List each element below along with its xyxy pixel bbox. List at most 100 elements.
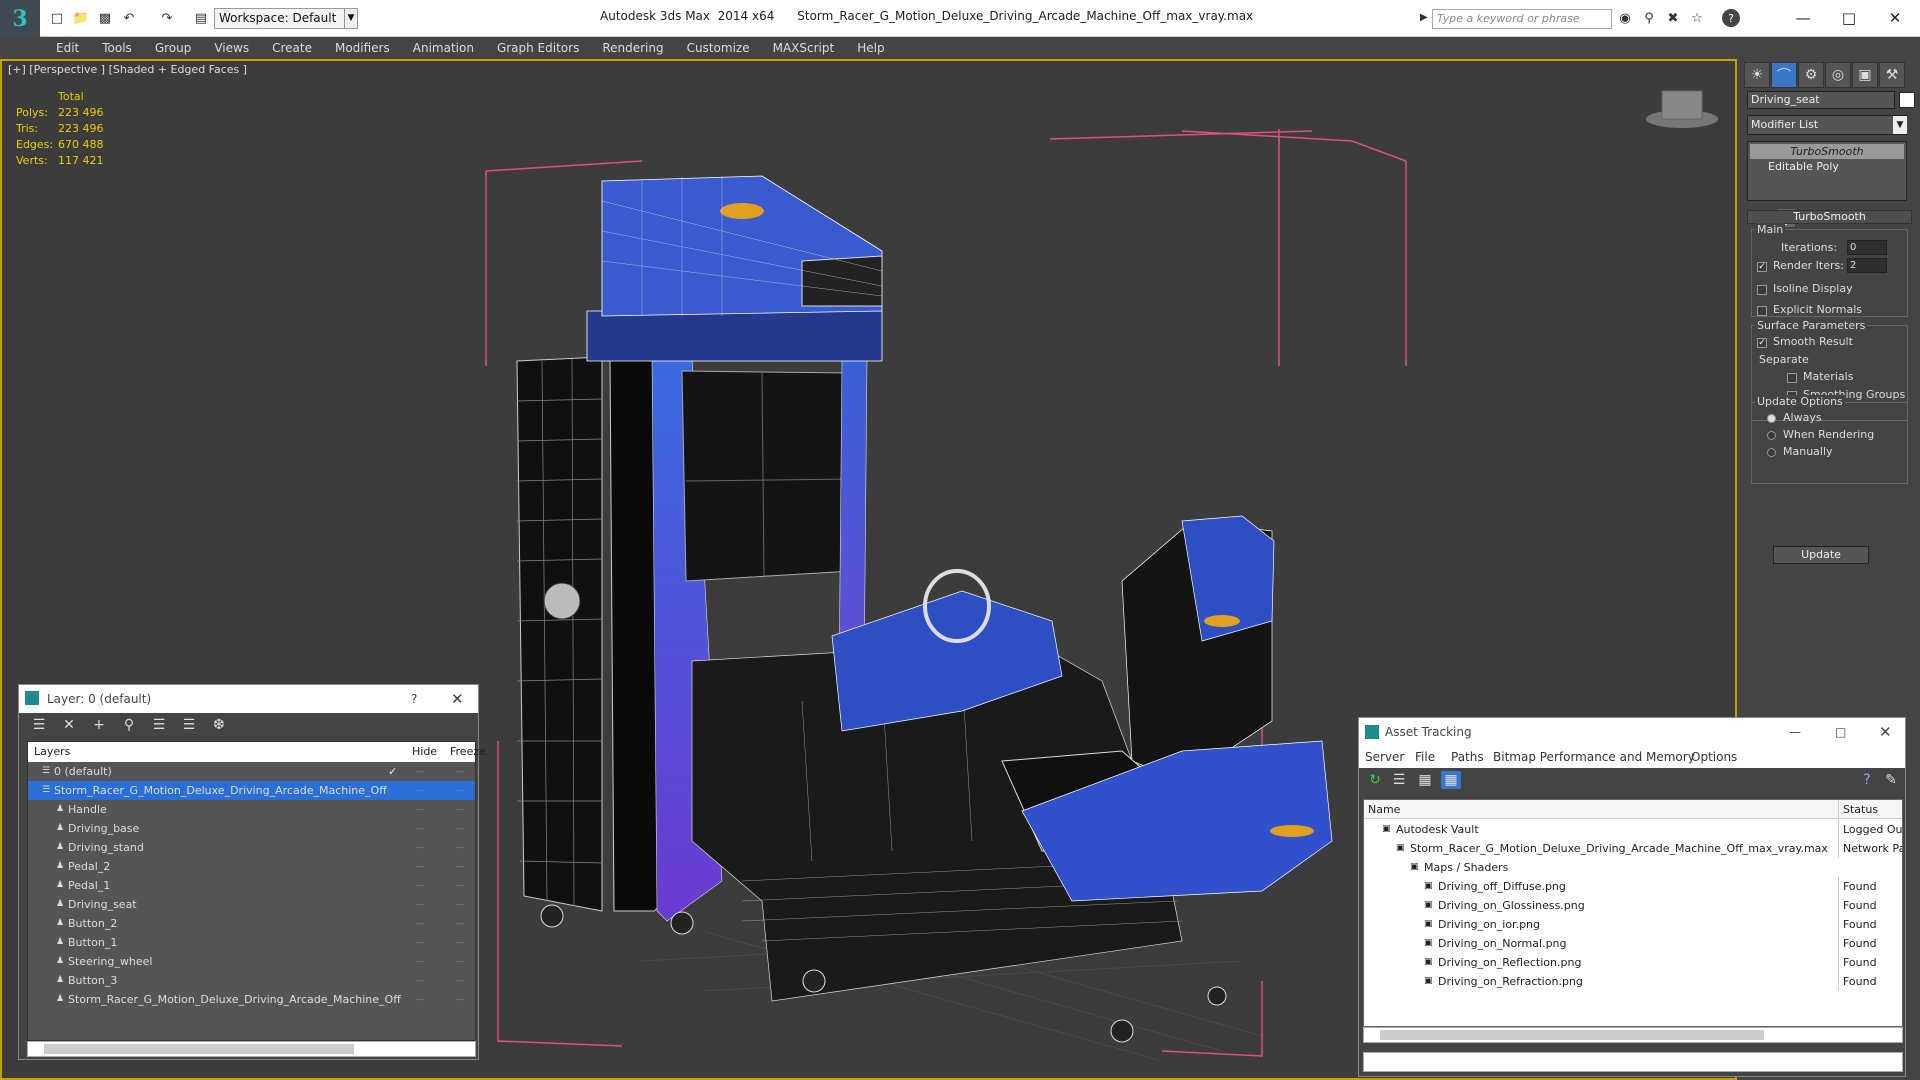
render-iters-spinner[interactable]: 2 [1847,258,1887,273]
layer-window-titlebar[interactable]: Layer: 0 (default) ? ✕ [19,685,478,713]
select-objects-icon[interactable]: ⚲ [119,716,139,734]
freeze-toggle[interactable]: — [456,952,470,971]
tools-icon[interactable]: ✖ [1664,9,1682,27]
list-view-icon[interactable]: ☰ [1389,771,1409,789]
close-icon[interactable]: ✕ [451,685,464,713]
hide-toggle[interactable]: — [416,762,430,781]
menu-maxscript[interactable]: MAXScript [773,41,835,55]
menu-edit[interactable]: Edit [56,41,79,55]
thumbnail-view-icon[interactable]: ▦ [1415,771,1435,789]
asset-path-field[interactable] [1363,1052,1903,1072]
motion-tab-icon[interactable]: ◎ [1825,62,1851,88]
menu-views[interactable]: Views [214,41,249,55]
asset-row[interactable]: ▣ Driving_on_Reflection.png Found [1364,953,1902,972]
explicit-normals-checkbox[interactable] [1757,306,1767,316]
freeze-toggle[interactable]: — [456,781,470,800]
manually-radio[interactable] [1767,448,1776,457]
close-icon[interactable]: ✕ [1879,718,1892,746]
expand-icon[interactable]: ▶ [1420,12,1428,23]
hide-toggle[interactable]: — [416,952,430,971]
highlight-layer-icon[interactable]: ☰ [149,716,169,734]
help-icon[interactable]: ? [411,685,417,713]
table-view-icon[interactable]: ▦ [1441,771,1461,789]
close-icon[interactable]: ✕ [1872,4,1918,32]
modifier-list-dropdown[interactable]: Modifier List [1747,115,1907,135]
hide-toggle[interactable]: — [416,876,430,895]
add-to-layer-icon[interactable]: + [89,716,109,734]
pin-icon[interactable]: ✎ [1881,771,1901,789]
layer-row[interactable]: ☰ 0 (default) — — ✓ [28,762,475,781]
menu-server[interactable]: Server [1365,746,1404,768]
redo-icon[interactable]: ↷ [158,9,176,27]
hide-toggle[interactable]: — [416,838,430,857]
hide-toggle[interactable]: — [416,857,430,876]
layer-row-selected[interactable]: ☰ Storm_Racer_G_Motion_Deluxe_Driving_Arc… [28,781,475,800]
chevron-down-icon[interactable]: ▼ [344,8,358,29]
save-icon[interactable]: ▩ [96,9,114,27]
when-rendering-radio[interactable] [1767,431,1776,440]
menu-modifiers[interactable]: Modifiers [335,41,390,55]
chevron-down-icon[interactable]: ▼ [1893,116,1907,134]
layer-row[interactable]: ♟ Button_1 — — [28,933,475,952]
open-file-icon[interactable]: 📁 [72,9,90,27]
asset-row[interactable]: ▣ Driving_on_Normal.png Found [1364,934,1902,953]
column-hide[interactable]: Hide [412,742,437,762]
stack-item-turbosmooth[interactable]: TurboSmooth [1750,144,1904,159]
freeze-toggle[interactable]: — [456,838,470,857]
asset-row[interactable]: ▣ Driving_on_ior.png Found [1364,915,1902,934]
project-folder-icon[interactable]: ▤ [192,9,210,27]
display-tab-icon[interactable]: ▣ [1852,62,1878,88]
asset-row[interactable]: ▣ Driving_on_Glossiness.png Found [1364,896,1902,915]
layer-row[interactable]: ♟ Pedal_2 — — [28,857,475,876]
asset-row[interactable]: ▣ Driving_off_Diffuse.png Found [1364,877,1902,896]
menu-rendering[interactable]: Rendering [602,41,663,55]
hide-toggle[interactable]: — [416,971,430,990]
freeze-toggle[interactable]: — [456,895,470,914]
layer-row[interactable]: ♟ Driving_base — — [28,819,475,838]
hide-toggle[interactable]: — [416,895,430,914]
delete-layer-icon[interactable]: ✕ [59,716,79,734]
current-layer-check-icon[interactable]: ✓ [388,762,397,781]
scrollbar-thumb[interactable] [1380,1030,1764,1040]
rollout-turbosmooth[interactable]: TurboSmooth [1747,210,1912,224]
layer-row[interactable]: ♟ Button_3 — — [28,971,475,990]
column-freeze[interactable]: Freeze [450,742,486,762]
menu-tools[interactable]: Tools [102,41,132,55]
layer-row[interactable]: ♟ Driving_stand — — [28,838,475,857]
binoculars-icon[interactable]: ◉ [1616,9,1634,27]
scrollbar-thumb[interactable] [44,1044,354,1054]
stack-item-editable-poly[interactable]: Editable Poly [1750,159,1904,174]
menu-group[interactable]: Group [155,41,192,55]
hide-toggle[interactable]: — [416,990,430,1009]
star-icon[interactable]: ☆ [1688,9,1706,27]
asset-row[interactable]: ▣ Autodesk Vault Logged Out [1364,820,1902,839]
asset-window-titlebar[interactable]: Asset Tracking — □ ✕ [1359,718,1905,746]
new-file-icon[interactable]: □ [48,9,66,27]
layer-row[interactable]: ♟ Button_2 — — [28,914,475,933]
modify-tab-icon[interactable]: ⌒ [1771,62,1797,88]
workspace-dropdown[interactable]: Workspace: Default [214,8,352,29]
hide-toggle[interactable]: — [416,800,430,819]
asset-row[interactable]: ▣ Maps / Shaders [1364,858,1902,877]
isoline-display-checkbox[interactable] [1757,285,1767,295]
freeze-toggle[interactable]: — [456,914,470,933]
column-layers[interactable]: Layers [34,742,70,762]
undo-icon[interactable]: ↶ [120,9,138,27]
layer-row[interactable]: ♟ Handle — — [28,800,475,819]
hide-toggle[interactable]: — [416,914,430,933]
object-color-swatch[interactable] [1899,92,1915,108]
maximize-icon[interactable]: □ [1835,718,1846,746]
menu-animation[interactable]: Animation [413,41,474,55]
help-icon[interactable]: ? [1857,771,1877,789]
hide-all-icon[interactable]: ☰ [179,716,199,734]
menu-graph-editors[interactable]: Graph Editors [497,41,579,55]
viewport-label[interactable]: [+] [Perspective ] [Shaded + Edged Faces… [8,63,247,76]
render-iters-checkbox[interactable]: ✓ [1757,262,1767,272]
horizontal-scrollbar[interactable] [27,1041,476,1057]
menu-paths[interactable]: Paths [1451,746,1484,768]
column-name[interactable]: Name [1368,800,1400,819]
freeze-toggle[interactable]: — [456,857,470,876]
new-layer-icon[interactable]: ☰ [29,716,49,734]
app-logo-icon[interactable]: 3 [0,0,40,37]
create-tab-icon[interactable]: ☀ [1744,62,1770,88]
